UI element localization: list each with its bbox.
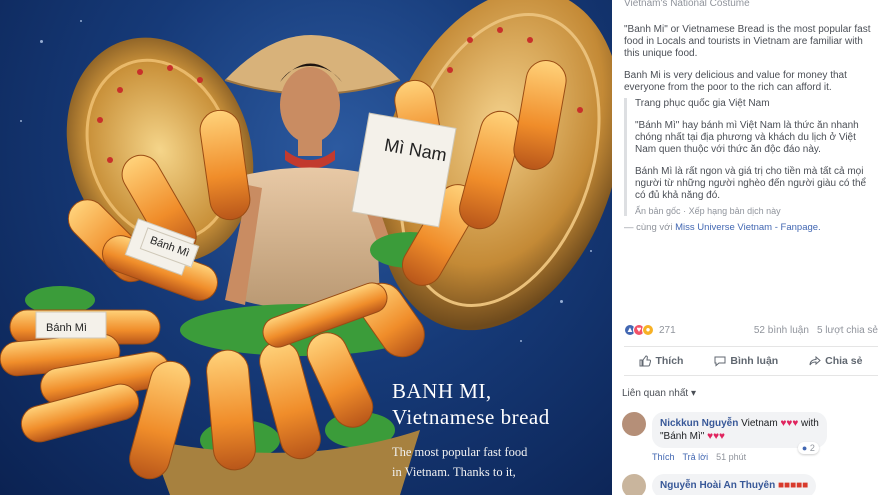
comment-bubble: Nguyễn Hoài An Thuyên ■■■■■ [652, 474, 817, 495]
comment-item: Nguyễn Hoài An Thuyên ■■■■■ [622, 474, 880, 495]
heart-emoji-icon: ♥♥♥ [780, 418, 799, 429]
comment-author[interactable]: Nguyễn Hoài An Thuyên [660, 480, 775, 491]
avatar[interactable] [622, 412, 646, 436]
post-text: Vietnam's National Costume "Banh Mi" or … [624, 0, 876, 233]
post-paragraph-2: Banh Mi is very delicious and value for … [624, 70, 847, 93]
translation-box: Trang phục quốc gia Việt Nam "Bánh Mì" h… [624, 98, 876, 216]
bread-tag-3: Bánh Mì [46, 322, 87, 334]
caption-body-line-2: in Vietnam. Thanks to it, [392, 465, 516, 479]
share-button[interactable]: Chia sẻ [809, 355, 863, 367]
comment-sort-dropdown[interactable]: Liên quan nhất ▾ [622, 388, 696, 399]
caption-title-line-1: BANH MI, [392, 379, 492, 403]
reaction-count[interactable]: 271 [659, 325, 676, 336]
reactions-row: ▲ ♥ ● 271 52 bình luận 5 lượt chia sẻ [624, 322, 878, 338]
tagged-with-line: — cùng với Miss Universe Vietnam - Fanpa… [624, 222, 876, 233]
share-icon [809, 355, 821, 366]
avatar[interactable] [622, 474, 646, 495]
wow-reaction-icon: ● [642, 324, 654, 336]
comment-author[interactable]: Nickkun Nguyễn [660, 418, 738, 429]
costume-photo: Bánh Mì Mì Nam Bánh Mì BANH MI, Vietname… [0, 0, 612, 495]
comment-item: Nickkun Nguyễn Vietnam ♥♥♥ with "Bánh Mì… [622, 412, 880, 462]
comment-like-link[interactable]: Thích [652, 452, 675, 462]
like-button-label: Thích [655, 355, 684, 367]
comment-button-label: Bình luận [730, 355, 779, 367]
comment-button[interactable]: Bình luận [714, 355, 778, 367]
translation-paragraph-2: Bánh Mì là rất ngon và giá trị cho tiền … [635, 166, 867, 201]
post-heading: Vietnam's National Costume [624, 0, 750, 9]
hide-original-link[interactable]: Ẩn bản gốc [635, 206, 681, 216]
caption-title-line-2: Vietnamese bread [392, 405, 550, 429]
share-count[interactable]: 5 lượt chia sẻ [817, 325, 878, 336]
comment-count[interactable]: 52 bình luận [754, 325, 809, 336]
tagged-page-link[interactable]: Miss Universe Vietnam - Fanpage. [675, 222, 821, 233]
photo-caption: BANH MI, Vietnamese bread The most popul… [392, 378, 607, 482]
comment-meta: Thích Trả lời 51 phút [652, 452, 827, 462]
comment-like-count: ● 2 [797, 442, 819, 454]
translation-title: Trang phục quốc gia Việt Nam [635, 98, 770, 109]
translation-actions: Ẩn bản gốc · Xếp hạng bản dịch này [635, 206, 781, 216]
rate-translation-link[interactable]: Xếp hạng bản dịch này [689, 206, 781, 216]
with-prefix: — cùng với [624, 222, 673, 233]
heart-emoji-icon: ♥♥♥ [707, 431, 725, 442]
thumbs-up-icon [639, 355, 652, 367]
comment-text-1: Vietnam [741, 418, 778, 429]
caption-body: The most popular fast food in Vietnam. T… [392, 442, 607, 482]
post-paragraph-1: "Banh Mi" or Vietnamese Bread is the mos… [624, 24, 871, 59]
comment-time: 51 phút [716, 452, 747, 462]
comment-reply-link[interactable]: Trả lời [683, 452, 709, 462]
comment-text-3: "Bánh Mì" [660, 431, 705, 442]
post-action-bar: Thích Bình luận Chia sẻ [624, 346, 878, 376]
flag-emoji-icon: ■■■■■ [777, 480, 809, 491]
facebook-post-panel: Vietnam's National Costume "Banh Mi" or … [612, 0, 880, 495]
caption-body-line-1: The most popular fast food [392, 445, 528, 459]
translation-paragraph-1: "Bánh Mì" hay bánh mì Việt Nam là thức ă… [635, 120, 859, 155]
like-button[interactable]: Thích [639, 355, 683, 367]
comment-icon [714, 356, 726, 367]
share-button-label: Chia sẻ [825, 355, 863, 367]
comment-text-2: with [801, 418, 819, 429]
